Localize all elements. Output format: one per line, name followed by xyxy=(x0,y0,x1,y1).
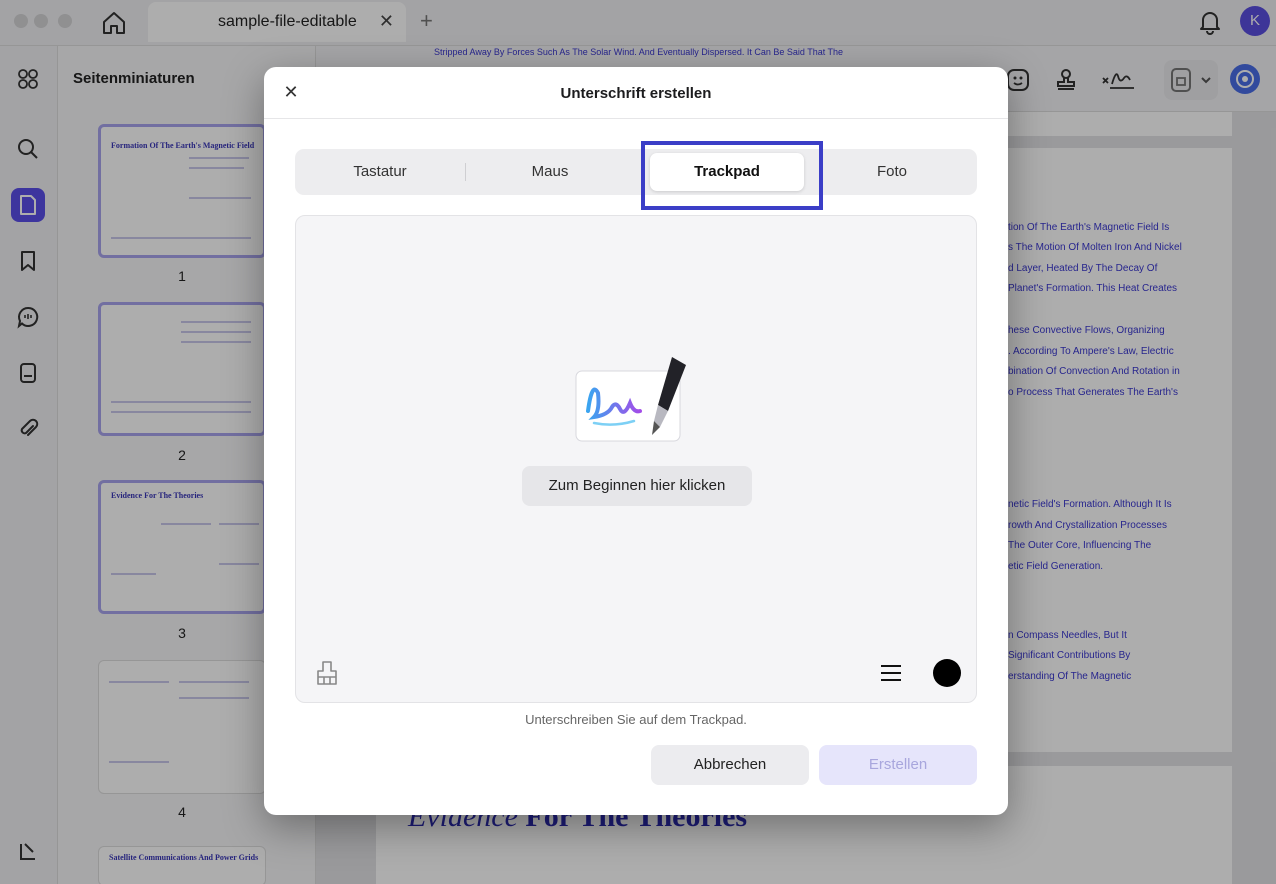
cancel-button[interactable]: Abbrechen xyxy=(651,745,809,785)
tab-maus[interactable]: Maus xyxy=(465,149,635,195)
signature-pen-icon xyxy=(574,351,704,446)
hint-text: Unterschreiben Sie auf dem Trackpad. xyxy=(525,712,747,727)
dialog-header: ✕ Unterschrift erstellen xyxy=(264,67,1008,119)
trackpad-tab-highlight xyxy=(641,141,823,210)
tab-tastatur[interactable]: Tastatur xyxy=(295,149,465,195)
dialog-title: Unterschrift erstellen xyxy=(560,85,712,102)
stroke-width-icon[interactable] xyxy=(880,662,902,684)
create-button[interactable]: Erstellen xyxy=(819,745,977,785)
eraser-icon[interactable] xyxy=(314,659,340,687)
signature-pad[interactable]: Zum Beginnen hier klicken xyxy=(295,215,977,703)
create-signature-dialog: ✕ Unterschrift erstellen Tastatur Maus T… xyxy=(264,67,1008,815)
tab-foto[interactable]: Foto xyxy=(807,149,977,195)
start-signing-button[interactable]: Zum Beginnen hier klicken xyxy=(522,466,752,506)
input-method-tabs: Tastatur Maus Trackpad Foto xyxy=(295,149,977,195)
pen-color-swatch[interactable] xyxy=(933,659,961,687)
